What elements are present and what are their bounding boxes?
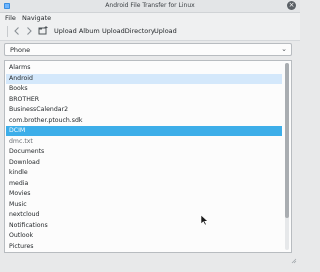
- file-list-item[interactable]: DCIM: [6, 126, 282, 136]
- mouse-cursor-icon: [200, 214, 209, 226]
- upload-album-button[interactable]: Upload Album: [54, 27, 100, 35]
- file-list[interactable]: Alarms Android Books BROTHER BusinessCalenda…: [4, 60, 292, 253]
- title-bar: Android File Transfer for Linux ×: [0, 0, 300, 13]
- scrollbar[interactable]: [285, 63, 289, 250]
- upload-button[interactable]: Upload: [154, 27, 177, 35]
- chevron-down-icon: ⌄: [281, 45, 287, 53]
- file-list-item[interactable]: Documents: [6, 147, 282, 157]
- device-select-value: Phone: [10, 46, 31, 54]
- device-select[interactable]: Phone ⌄: [4, 43, 292, 56]
- upload-directory-button[interactable]: UploadDirectory: [102, 27, 155, 35]
- scrollbar-thumb[interactable]: [285, 63, 289, 219]
- file-list-item[interactable]: com.brother.ptouch.sdk: [6, 116, 282, 126]
- file-list-item[interactable]: kindle: [6, 168, 282, 178]
- file-list-item[interactable]: Music: [6, 200, 282, 210]
- new-folder-icon[interactable]: [37, 25, 49, 37]
- toolbar-separator: [7, 26, 8, 37]
- file-list-item[interactable]: Alarms: [6, 63, 282, 73]
- file-list-item[interactable]: Notifications: [6, 221, 282, 231]
- file-list-item[interactable]: Outlook: [6, 231, 282, 241]
- file-list-item[interactable]: dmc.txt: [6, 137, 282, 147]
- file-list-item[interactable]: media: [6, 179, 282, 189]
- toolbar: Upload Album UploadDirectory Upload: [0, 23, 300, 41]
- file-list-item[interactable]: BusinessCalendar2: [6, 105, 282, 115]
- menu-bar: File Navigate: [0, 13, 300, 23]
- close-window-button[interactable]: ×: [287, 1, 296, 10]
- file-list-item[interactable]: Movies: [6, 189, 282, 199]
- menu-file[interactable]: File: [5, 14, 16, 22]
- file-list-item[interactable]: Pictures: [6, 242, 282, 252]
- file-list-item[interactable]: BROTHER: [6, 95, 282, 105]
- forward-icon[interactable]: [24, 25, 34, 37]
- file-list-item[interactable]: nextcloud: [6, 210, 282, 220]
- back-icon[interactable]: [12, 25, 22, 37]
- file-list-item[interactable]: Books: [6, 84, 282, 94]
- menu-navigate[interactable]: Navigate: [22, 14, 51, 22]
- file-list-item[interactable]: Android: [6, 73, 282, 84]
- file-list-item[interactable]: Download: [6, 158, 282, 168]
- window-title: Android File Transfer for Linux: [105, 2, 195, 9]
- resize-grip-icon[interactable]: [291, 258, 297, 264]
